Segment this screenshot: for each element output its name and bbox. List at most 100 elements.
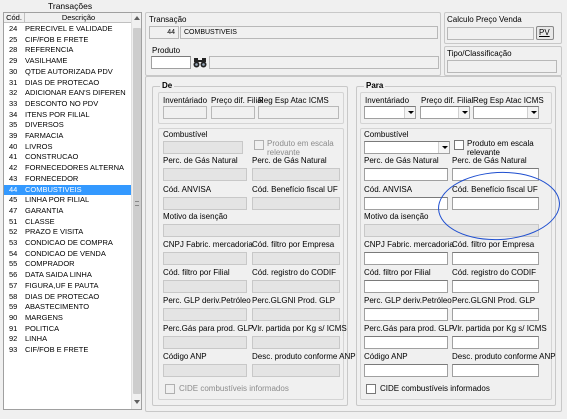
list-item[interactable]: 51 CLASSE bbox=[4, 217, 131, 228]
de-motivo-isencao-label: Motivo da isenção bbox=[163, 212, 228, 221]
list-item-desc: FIGURA,UF E PAUTA bbox=[25, 280, 99, 290]
de-cod-filtro-filial-label: Cód. filtro por Filial bbox=[163, 268, 230, 277]
list-item[interactable]: 24 PERECIVEL E VALIDADE bbox=[4, 24, 131, 35]
para-desc-produto-anp-field[interactable] bbox=[452, 364, 539, 377]
list-item[interactable]: 58 DIAS DE PROTECAO bbox=[4, 292, 131, 303]
para-perc-glp-deriv-field[interactable] bbox=[364, 308, 448, 321]
para-combustivel-field[interactable] bbox=[364, 141, 450, 154]
list-item[interactable]: 52 PRAZO E VISITA bbox=[4, 227, 131, 238]
list-item-code: 53 bbox=[9, 238, 18, 247]
de-cod-anvisa-field bbox=[163, 197, 247, 210]
para-perc-gas-natural-1-label: Perc. de Gás Natural bbox=[364, 156, 439, 165]
list-item-desc: LIVROS bbox=[25, 141, 53, 151]
para-cide-checkbox[interactable] bbox=[366, 384, 376, 394]
para-perc-gas-prod-glp-field[interactable] bbox=[364, 336, 448, 349]
list-item-code: 59 bbox=[9, 302, 18, 312]
list-item[interactable]: 93 CIF/FOB E FRETE bbox=[4, 345, 131, 356]
produto-search-button[interactable] bbox=[192, 56, 208, 69]
list-item[interactable]: 29 VASILHAME bbox=[4, 56, 131, 67]
list-header-desc[interactable]: Descrição bbox=[24, 13, 132, 23]
produto-code-input[interactable] bbox=[151, 56, 191, 69]
scroll-grip-icon bbox=[135, 201, 139, 206]
para-perc-gas-natural-2-label: Perc. de Gás Natural bbox=[452, 156, 527, 165]
para-reg-esp-label: Reg Esp Atac ICMS bbox=[473, 96, 544, 105]
list-item-code: 44 bbox=[9, 184, 18, 194]
scroll-thumb[interactable] bbox=[133, 28, 141, 394]
list-item[interactable]: 45 LINHA POR FILIAL bbox=[4, 195, 131, 206]
para-combustivel-label: Combustível bbox=[364, 130, 409, 139]
list-item[interactable]: 40 LIVROS bbox=[4, 142, 131, 153]
para-preco-dif-filial-select[interactable] bbox=[420, 106, 470, 119]
list-item-code: 58 bbox=[9, 291, 18, 301]
list-item-code: 51 bbox=[9, 216, 18, 226]
list-item[interactable]: 42 FORNECEDORES ALTERNA bbox=[4, 163, 131, 174]
list-item[interactable]: 33 DESCONTO NO PDV bbox=[4, 99, 131, 110]
transacoes-list[interactable]: Cód. Descrição 24 PERECIVEL E VALIDADE 25 C… bbox=[3, 12, 142, 410]
list-item-desc: POLITICA bbox=[25, 323, 60, 333]
de-vlr-partida-field bbox=[252, 336, 340, 349]
para-desc-produto-anp-label: Desc. produto conforme ANP bbox=[452, 352, 556, 361]
para-codigo-anp-field[interactable] bbox=[364, 364, 448, 377]
list-item[interactable]: 44 COMBUSTIVEIS bbox=[4, 184, 131, 196]
list-item[interactable]: 32 ADICIONAR EAN'S DIFEREN bbox=[4, 88, 131, 99]
list-scrollbar[interactable] bbox=[131, 13, 141, 409]
list-item-code: 29 bbox=[9, 56, 18, 66]
calculo-field bbox=[447, 27, 534, 40]
list-item[interactable]: 55 COMPRADOR bbox=[4, 259, 131, 270]
para-vlr-partida-label: Vlr. partida por Kg s/ ICMS bbox=[452, 324, 547, 333]
list-item-desc: ITENS POR FILIAL bbox=[25, 109, 90, 119]
list-item[interactable]: 34 ITENS POR FILIAL bbox=[4, 110, 131, 121]
para-cnpj-fabric-field[interactable] bbox=[364, 252, 448, 265]
list-item[interactable]: 59 ABASTECIMENTO bbox=[4, 302, 131, 313]
produto-label: Produto bbox=[152, 46, 181, 55]
list-item[interactable]: 92 LINHA bbox=[4, 334, 131, 345]
list-item[interactable]: 90 MARGENS bbox=[4, 313, 131, 324]
list-item[interactable]: 91 POLITICA bbox=[4, 324, 131, 335]
list-item[interactable]: 43 FORNECEDOR bbox=[4, 174, 131, 185]
scroll-down-icon[interactable] bbox=[134, 400, 140, 404]
list-item-code: 30 bbox=[9, 66, 18, 76]
scroll-up-icon[interactable] bbox=[134, 16, 140, 20]
list-item[interactable]: 53 CONDICAO DE COMPRA bbox=[4, 238, 131, 249]
de-vlr-partida-label: Vlr. partida por Kg s/ ICMS bbox=[252, 324, 347, 333]
list-item[interactable]: 54 CONDICAO DE VENDA bbox=[4, 249, 131, 260]
de-perc-gas-natural-2-field bbox=[252, 168, 340, 181]
para-preco-dif-filial-label: Preço dif. Filial bbox=[421, 96, 474, 105]
para-cod-filtro-empresa-field[interactable] bbox=[452, 252, 539, 265]
para-produto-escala-checkbox[interactable] bbox=[454, 140, 464, 150]
para-perc-glgni-field[interactable] bbox=[452, 308, 539, 321]
para-cod-registro-codif-field[interactable] bbox=[452, 280, 539, 293]
para-cod-filtro-filial-field[interactable] bbox=[364, 280, 448, 293]
list-item-code: 93 bbox=[9, 345, 18, 354]
de-cod-filtro-empresa-field bbox=[252, 252, 340, 265]
list-item[interactable]: 47 GARANTIA bbox=[4, 206, 131, 217]
de-cod-filtro-filial-field bbox=[163, 280, 247, 293]
para-reg-esp-select[interactable] bbox=[473, 106, 539, 119]
para-cod-anvisa-field[interactable] bbox=[364, 197, 448, 210]
list-item-desc: CIF/FOB E FRETE bbox=[25, 34, 89, 44]
list-item[interactable]: 41 CONSTRUCAO bbox=[4, 152, 131, 163]
para-cod-registro-codif-label: Cód. registro do CODIF bbox=[452, 268, 537, 277]
chevron-down-icon bbox=[527, 107, 538, 118]
list-item[interactable]: 28 REFERENCIA bbox=[4, 45, 131, 56]
list-item-desc: ADICIONAR EAN'S DIFEREN bbox=[25, 88, 126, 98]
para-vlr-partida-field[interactable] bbox=[452, 336, 539, 349]
de-produto-escala-checkbox bbox=[254, 140, 264, 150]
list-item[interactable]: 57 FIGURA,UF E PAUTA bbox=[4, 281, 131, 292]
para-perc-gas-natural-1-field[interactable] bbox=[364, 168, 448, 181]
list-item[interactable]: 56 DATA SAIDA LINHA bbox=[4, 270, 131, 281]
para-inventariado-select[interactable] bbox=[364, 106, 416, 119]
list-item[interactable]: 30 QTDE AUTORIZADA PDV bbox=[4, 67, 131, 78]
list-item-desc: FORNECEDORES ALTERNA bbox=[25, 163, 125, 173]
list-item[interactable]: 35 DIVERSOS bbox=[4, 120, 131, 131]
list-item-desc: LINHA bbox=[25, 334, 48, 344]
list-item[interactable]: 25 CIF/FOB E FRETE bbox=[4, 35, 131, 46]
pv-button[interactable]: PV bbox=[536, 26, 554, 40]
list-item-code: 39 bbox=[9, 131, 18, 140]
de-cod-beneficio-label: Cód. Benefício fiscal UF bbox=[252, 185, 338, 194]
list-header-code[interactable]: Cód. bbox=[4, 13, 24, 23]
list-item[interactable]: 31 DIAS DE PROTECAO bbox=[4, 78, 131, 89]
list-item-code: 90 bbox=[9, 312, 18, 322]
para-perc-gas-prod-glp-label: Perc.Gás para prod. GLP bbox=[364, 324, 455, 333]
list-item[interactable]: 39 FARMACIA bbox=[4, 131, 131, 142]
